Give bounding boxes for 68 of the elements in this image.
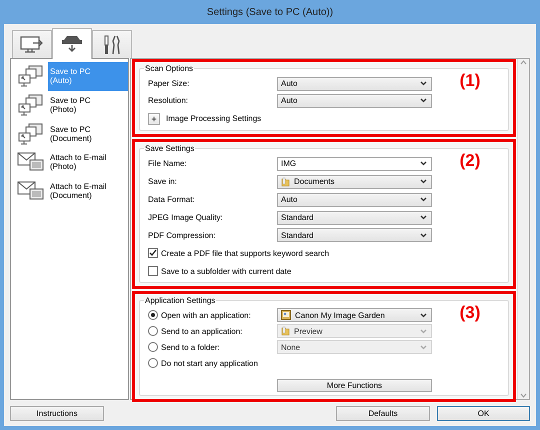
section-title: Application Settings — [144, 296, 216, 305]
chevron-icon — [420, 197, 427, 202]
sidebar-item[interactable]: Save to PC (Document) — [48, 119, 128, 148]
chevron-icon — [420, 179, 427, 184]
dropdown[interactable]: Auto — [277, 94, 432, 108]
radio-button[interactable] — [148, 342, 158, 352]
field-label: Data Format: — [148, 195, 196, 204]
dropdown[interactable]: Auto — [277, 192, 432, 207]
dropdown[interactable]: IMG — [277, 156, 432, 171]
section-title: Scan Options — [144, 64, 194, 73]
field-label: Save in: — [148, 177, 178, 186]
radio-button[interactable] — [148, 358, 158, 368]
expander-label: Image Processing Settings — [166, 114, 262, 124]
ok-button[interactable]: OK — [437, 406, 530, 421]
checkbox-label: Save to a subfolder with current date — [161, 266, 292, 276]
tab[interactable] — [12, 30, 52, 58]
radio-label: Do not start any application — [161, 358, 258, 368]
field-label: JPEG Image Quality: — [148, 213, 224, 222]
checkbox[interactable] — [148, 266, 158, 276]
sidebar-item[interactable]: Attach to E-mail (Document) — [48, 176, 128, 206]
section-marker: (1) — [460, 71, 480, 91]
expand-button[interactable]: + — [148, 112, 160, 125]
radio-label: Send to an application: — [161, 326, 242, 336]
dropdown[interactable]: Canon My Image Garden — [277, 308, 432, 322]
chevron-icon — [420, 215, 427, 220]
computer-documents-icon — [17, 64, 45, 88]
dropdown[interactable]: Auto — [277, 76, 432, 91]
field-label: PDF Compression: — [148, 230, 217, 240]
scanner-icon — [60, 34, 84, 54]
app-icon — [281, 310, 291, 320]
radio-button[interactable] — [148, 326, 158, 336]
more-functions-button[interactable]: More Functions — [277, 378, 432, 392]
computer-documents-icon — [17, 93, 45, 118]
field-label: Resolution: — [148, 96, 190, 106]
instructions-button[interactable]: Instructions — [10, 406, 104, 421]
chevron-icon — [420, 344, 427, 350]
sidebar-item[interactable]: Save to PC (Photo) — [48, 90, 128, 120]
radio-button[interactable] — [148, 310, 158, 320]
tab[interactable] — [92, 30, 132, 58]
section-title: Save Settings — [144, 144, 196, 153]
dropdown[interactable]: Standard — [277, 228, 432, 242]
chevron-icon — [420, 98, 427, 104]
sidebar-item[interactable]: Attach to E-mail (Photo) — [48, 148, 128, 177]
monitor-icon — [20, 34, 44, 54]
section-marker: (2) — [460, 151, 480, 171]
folder-icon — [281, 176, 290, 187]
defaults-button[interactable]: Defaults — [336, 406, 430, 421]
tab[interactable] — [52, 28, 92, 59]
chevron-icon — [420, 328, 427, 334]
section-marker: (3) — [460, 303, 480, 323]
chevron-icon — [420, 81, 427, 86]
checkbox-label: Create a PDF file that supports keyword search — [161, 248, 330, 258]
dropdown[interactable]: Standard — [277, 210, 432, 224]
field-label: Paper Size: — [148, 79, 190, 88]
checkbox[interactable] — [148, 248, 158, 258]
window-title: Settings (Save to PC (Auto)) — [206, 6, 334, 20]
radio-label: Open with an application: — [161, 310, 251, 320]
dropdown[interactable]: Documents — [277, 174, 432, 189]
chevron-icon — [420, 312, 427, 318]
scrollbar[interactable] — [517, 59, 529, 399]
radio-label: Send to a folder: — [161, 342, 220, 352]
scroll-down-icon[interactable] — [520, 393, 527, 399]
chevron-icon — [420, 161, 427, 166]
field-label: File Name: — [148, 159, 188, 168]
computer-documents-icon — [17, 122, 45, 146]
scroll-up-icon[interactable] — [520, 59, 527, 65]
folder-icon — [281, 326, 290, 336]
chevron-icon — [420, 232, 427, 238]
